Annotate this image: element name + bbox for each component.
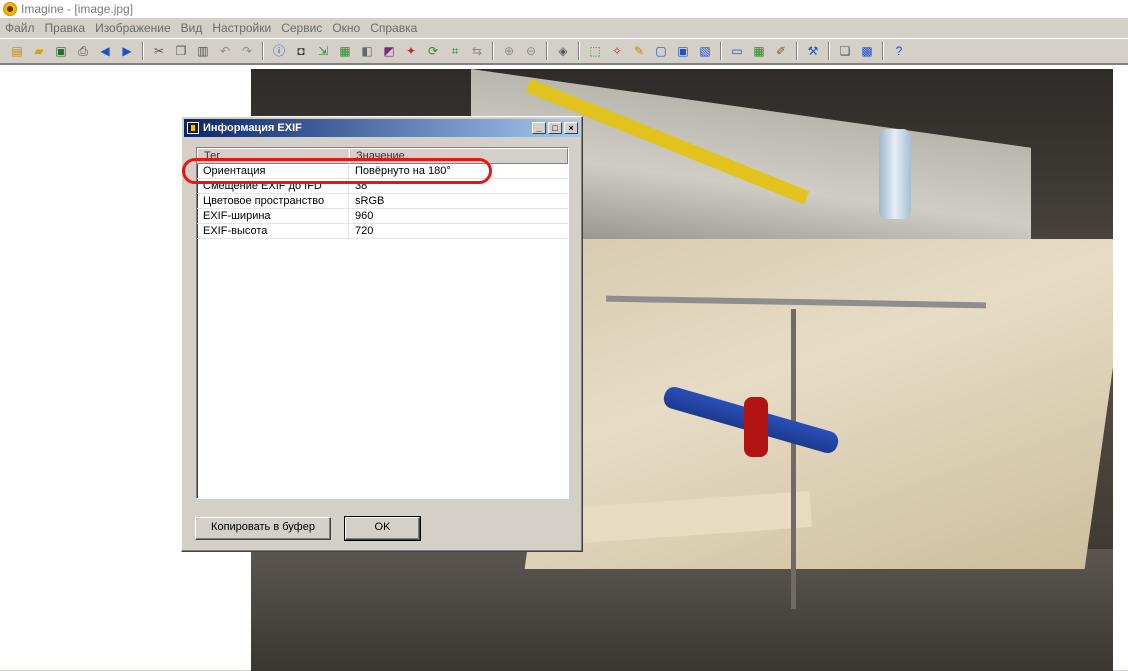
paste-icon[interactable]: ▥ <box>194 42 212 60</box>
thumbnail-icon[interactable]: ▦ <box>750 42 768 60</box>
toolbar-separator <box>796 42 798 60</box>
actual-size-icon[interactable]: ▣ <box>674 42 692 60</box>
photo-clamp-post <box>791 309 796 609</box>
menu-bar: Файл Правка Изображение Вид Настройки Се… <box>0 18 1128 38</box>
color-effects-icon[interactable]: ✦ <box>402 42 420 60</box>
toolbar-separator <box>546 42 548 60</box>
toolbar-separator <box>882 42 884 60</box>
close-button[interactable]: × <box>564 122 578 134</box>
info-icon[interactable]: ⓘ <box>270 42 288 60</box>
grayscale-icon[interactable]: ◧ <box>358 42 376 60</box>
exif-info-dialog: Информация EXIF _ □ × Тег Значение Ориен… <box>181 116 583 552</box>
toolbar-separator <box>828 42 830 60</box>
select-icon[interactable]: ⬚ <box>586 42 604 60</box>
redo-icon[interactable]: ↷ <box>238 42 256 60</box>
column-header-value[interactable]: Значение <box>349 148 568 164</box>
resize-icon[interactable]: ⇲ <box>314 42 332 60</box>
app-title-bar[interactable]: Imagine - [image.jpg] <box>0 0 1128 18</box>
exif-tag-cell: Смещение EXIF до IFD <box>197 179 349 193</box>
menu-view[interactable]: Вид <box>176 18 208 38</box>
flip-icon[interactable]: ⇆ <box>468 42 486 60</box>
exif-value-cell: 720 <box>355 225 374 237</box>
exif-tag-cell: Цветовое пространство <box>197 194 349 208</box>
exif-value-cell: Повёрнуто на 180° <box>355 165 451 177</box>
help-icon[interactable]: ? <box>890 42 908 60</box>
menu-window[interactable]: Окно <box>327 18 365 38</box>
tools-icon[interactable]: ⚒ <box>804 42 822 60</box>
print-preview-icon[interactable]: ▦ <box>336 42 354 60</box>
zoom-in-icon[interactable]: ⊕ <box>500 42 518 60</box>
menu-tools[interactable]: Сервис <box>276 18 327 38</box>
copy-to-clipboard-button[interactable]: Копировать в буфер <box>195 517 331 540</box>
camera-icon[interactable]: ◘ <box>292 42 310 60</box>
zoom-out-icon[interactable]: ⊖ <box>522 42 540 60</box>
dialog-title: Информация EXIF <box>203 122 302 134</box>
exif-row[interactable]: Цветовое пространство sRGB <box>197 194 568 209</box>
exif-value-cell: 960 <box>355 210 374 222</box>
back-arrow-icon[interactable]: ◀ <box>96 42 114 60</box>
ok-button[interactable]: OK <box>344 516 421 541</box>
slideshow-icon[interactable]: ◈ <box>554 42 572 60</box>
exif-row[interactable]: EXIF-ширина 960 <box>197 209 568 224</box>
monitor-icon[interactable]: ▭ <box>728 42 746 60</box>
exif-row[interactable]: EXIF-высота 720 <box>197 224 568 239</box>
photo-red-handle <box>744 397 768 457</box>
column-header-tag[interactable]: Тег <box>197 148 349 164</box>
cut-icon[interactable]: ✂ <box>150 42 168 60</box>
rotate-icon[interactable]: ⟳ <box>424 42 442 60</box>
magic-wand-icon[interactable]: ✎ <box>630 42 648 60</box>
copy-icon[interactable]: ❐ <box>172 42 190 60</box>
undo-icon[interactable]: ↶ <box>216 42 234 60</box>
save-icon[interactable]: ▣ <box>52 42 70 60</box>
print-icon[interactable]: ⎙ <box>74 42 92 60</box>
menu-file[interactable]: Файл <box>0 18 40 38</box>
full-screen-icon[interactable]: ▧ <box>696 42 714 60</box>
exif-list-header: Тег Значение <box>197 148 568 164</box>
effects-icon[interactable]: ✧ <box>608 42 626 60</box>
fit-window-icon[interactable]: ▢ <box>652 42 670 60</box>
dialog-title-bar[interactable]: Информация EXIF _ □ × <box>184 119 580 137</box>
batch-icon[interactable]: ❏ <box>836 42 854 60</box>
exif-row[interactable]: Ориентация Повёрнуто на 180° <box>197 164 568 179</box>
crop-icon[interactable]: ⌗ <box>446 42 464 60</box>
toolbar: ▤ ▰ ▣ ⎙ ◀ ▶ ✂ ❐ ▥ ↶ ↷ ⓘ ◘ ⇲ ▦ ◧ ◩ ✦ ⟳ ⌗ ⇆ ⊕ ⊖ ◈ ⬚ ✧ ✎ ▢ ▣ ▧ ▭ ▦ ✐ ⚒ ❏ ▩? <box>0 38 1128 64</box>
edit-icon[interactable]: ✐ <box>772 42 790 60</box>
toolbar-separator <box>720 42 722 60</box>
exif-list-body: Ориентация Повёрнуто на 180° Смещение EXIF… <box>197 164 568 239</box>
menu-settings[interactable]: Настройки <box>207 18 276 38</box>
toolbar-separator <box>142 42 144 60</box>
menu-image[interactable]: Изображение <box>90 18 176 38</box>
exif-tag-cell: EXIF-ширина <box>197 209 349 223</box>
app-title: Imagine - [image.jpg] <box>21 2 134 16</box>
photo-bottle <box>879 129 911 219</box>
exif-row[interactable]: Смещение EXIF до IFD 38 <box>197 179 568 194</box>
screen-capture-icon[interactable]: ▩ <box>858 42 876 60</box>
open-folder-icon[interactable]: ▰ <box>30 42 48 60</box>
exif-list[interactable]: Тег Значение Ориентация Повёрнуто на 180°… <box>196 147 569 499</box>
toolbar-separator <box>492 42 494 60</box>
minimize-button[interactable]: _ <box>532 122 546 134</box>
toolbar-separator <box>262 42 264 60</box>
dialog-app-icon <box>187 122 199 134</box>
color-balance-icon[interactable]: ◩ <box>380 42 398 60</box>
exif-tag-cell: EXIF-высота <box>197 224 349 238</box>
menu-help[interactable]: Справка <box>365 18 422 38</box>
imagine-app-icon <box>3 2 17 16</box>
menu-edit[interactable]: Правка <box>40 18 91 38</box>
new-file-icon[interactable]: ▤ <box>8 42 26 60</box>
dialog-window-controls: _ □ × <box>532 122 578 134</box>
toolbar-separator <box>578 42 580 60</box>
maximize-button[interactable]: □ <box>548 122 562 134</box>
exif-value-cell: 38 <box>355 180 368 192</box>
exif-value-cell: sRGB <box>355 195 385 207</box>
forward-arrow-icon[interactable]: ▶ <box>118 42 136 60</box>
exif-tag-cell: Ориентация <box>197 164 349 178</box>
